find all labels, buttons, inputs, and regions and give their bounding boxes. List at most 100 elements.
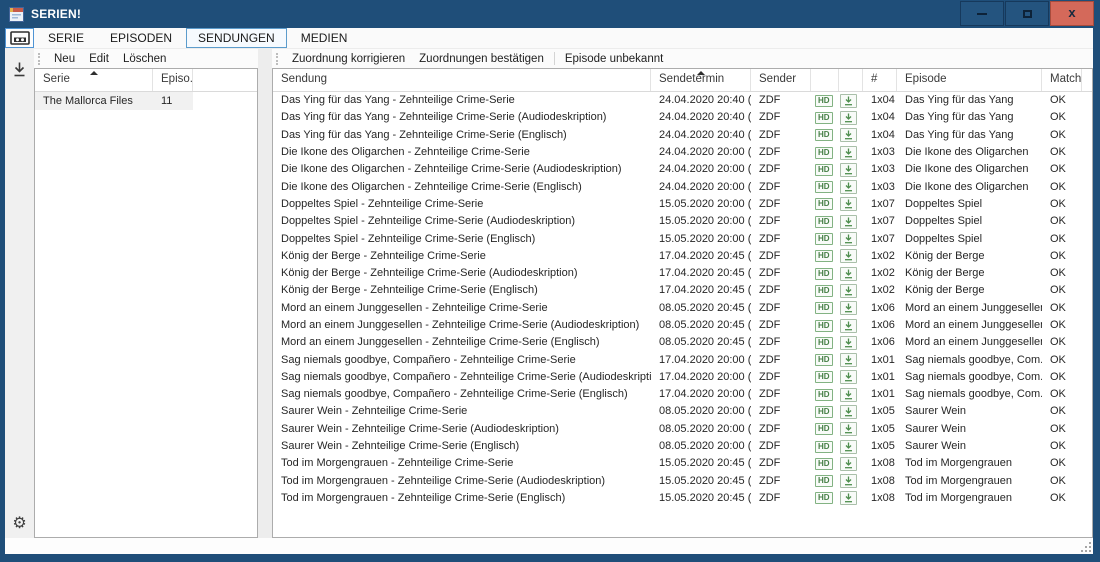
sendetermin-cell: 15.05.2020 20:00 (... <box>651 231 751 248</box>
tv-screen-icon <box>10 31 30 46</box>
sendung-cell: Das Ying für das Yang - Zehnteilige Crim… <box>273 127 651 144</box>
download-icon <box>840 94 857 108</box>
broadcast-row[interactable]: Doppeltes Spiel - Zehnteilige Crime-Seri… <box>273 213 1092 230</box>
column-header-serie[interactable]: Serie <box>35 69 153 91</box>
episode-cell: Doppeltes Spiel <box>897 231 1042 248</box>
toolbar-grip-icon[interactable] <box>276 53 280 65</box>
close-button[interactable]: x <box>1050 1 1094 26</box>
broadcast-row[interactable]: Sag niemals goodbye, Compañero - Zehntei… <box>273 386 1092 403</box>
broadcast-row[interactable]: Das Ying für das Yang - Zehnteilige Crim… <box>273 109 1092 126</box>
broadcast-row[interactable]: König der Berge - Zehnteilige Crime-Seri… <box>273 265 1092 282</box>
download-cell <box>839 353 863 367</box>
neu-button[interactable]: Neu <box>47 53 82 65</box>
broadcast-row[interactable]: Mord an einem Junggesellen - Zehnteilige… <box>273 334 1092 351</box>
broadcast-row[interactable]: Tod im Morgengrauen - Zehnteilige Crime-… <box>273 455 1092 472</box>
panel-splitter[interactable] <box>258 49 272 538</box>
column-header-number[interactable]: # <box>863 69 897 91</box>
menu-item-medien[interactable]: MEDIEN <box>289 28 360 48</box>
quality-cell: HD <box>811 216 839 228</box>
download-icon <box>840 232 857 246</box>
episode-number-cell: 1x07 <box>863 231 897 248</box>
match-cell: OK <box>1042 421 1082 438</box>
broadcast-row[interactable]: Tod im Morgengrauen - Zehnteilige Crime-… <box>273 473 1092 490</box>
hd-badge-icon: HD <box>815 198 833 210</box>
broadcast-row[interactable]: Tod im Morgengrauen - Zehnteilige Crime-… <box>273 490 1092 507</box>
download-cell <box>839 336 863 350</box>
quality-cell: HD <box>811 441 839 453</box>
episode-number-cell: 1x03 <box>863 161 897 178</box>
menu-item-serie[interactable]: SERIE <box>36 28 96 48</box>
series-table: Serie Episo... The Mallorca Files11 <box>34 68 258 538</box>
episode-unbekannt-button[interactable]: Episode unbekannt <box>558 53 670 65</box>
column-header-sendetermin[interactable]: Sendetermin <box>651 69 751 91</box>
broadcast-row[interactable]: Mord an einem Junggesellen - Zehnteilige… <box>273 300 1092 317</box>
rail-tab-mediathek[interactable] <box>5 28 34 48</box>
menu-item-sendungen[interactable]: SENDUNGEN <box>186 28 287 48</box>
column-header-download[interactable] <box>839 69 863 91</box>
series-row[interactable]: The Mallorca Files11 <box>35 92 257 110</box>
sendung-cell: König der Berge - Zehnteilige Crime-Seri… <box>273 248 651 265</box>
column-header-episode[interactable]: Episode <box>897 69 1042 91</box>
quality-cell: HD <box>811 354 839 366</box>
episode-cell: Sag niemals goodbye, Com... <box>897 369 1042 386</box>
download-cell <box>839 284 863 298</box>
download-cell <box>839 440 863 454</box>
minimize-button[interactable] <box>960 1 1004 26</box>
broadcast-row[interactable]: Doppeltes Spiel - Zehnteilige Crime-Seri… <box>273 196 1092 213</box>
column-header-quality[interactable] <box>811 69 839 91</box>
sendung-cell: Sag niemals goodbye, Compañero - Zehntei… <box>273 386 651 403</box>
broadcast-panel: Zuordnung korrigieren Zuordnungen bestät… <box>272 49 1093 538</box>
broadcast-row[interactable]: Doppeltes Spiel - Zehnteilige Crime-Seri… <box>273 230 1092 247</box>
quality-cell: HD <box>811 198 839 210</box>
column-header-filler <box>1082 69 1092 91</box>
column-header-sendung[interactable]: Sendung <box>273 69 651 91</box>
broadcast-row[interactable]: Mord an einem Junggesellen - Zehnteilige… <box>273 317 1092 334</box>
sendung-cell: Die Ikone des Oligarchen - Zehnteilige C… <box>273 144 651 161</box>
column-header-episoden[interactable]: Episo... <box>153 69 193 91</box>
episode-number-cell: 1x08 <box>863 490 897 507</box>
download-cell <box>839 319 863 333</box>
broadcast-row[interactable]: Sag niemals goodbye, Compañero - Zehntei… <box>273 351 1092 368</box>
broadcast-row[interactable]: Saurer Wein - Zehnteilige Crime-Serie (A… <box>273 421 1092 438</box>
quality-cell: HD <box>811 423 839 435</box>
match-cell: OK <box>1042 438 1082 455</box>
broadcast-toolbar: Zuordnung korrigieren Zuordnungen bestät… <box>272 49 1093 68</box>
sendetermin-cell: 17.04.2020 20:45 (... <box>651 248 751 265</box>
sendung-cell: Doppeltes Spiel - Zehnteilige Crime-Seri… <box>273 196 651 213</box>
sendetermin-cell: 24.04.2020 20:00 (... <box>651 179 751 196</box>
edit-button[interactable]: Edit <box>82 53 116 65</box>
broadcast-row[interactable]: König der Berge - Zehnteilige Crime-Seri… <box>273 282 1092 299</box>
broadcast-row[interactable]: Die Ikone des Oligarchen - Zehnteilige C… <box>273 178 1092 195</box>
zuordnungen-bestaetigen-button[interactable]: Zuordnungen bestätigen <box>412 53 551 65</box>
episode-number-cell: 1x04 <box>863 109 897 126</box>
loeschen-button[interactable]: Löschen <box>116 53 173 65</box>
broadcast-row[interactable]: Das Ying für das Yang - Zehnteilige Crim… <box>273 92 1092 109</box>
maximize-button[interactable] <box>1005 1 1049 26</box>
column-header-match[interactable]: Match <box>1042 69 1082 91</box>
sendung-cell: Das Ying für das Yang - Zehnteilige Crim… <box>273 109 651 126</box>
broadcast-row[interactable]: Saurer Wein - Zehnteilige Crime-Serie (E… <box>273 438 1092 455</box>
settings-button[interactable]: ⚙ <box>12 516 26 532</box>
broadcast-row[interactable]: Die Ikone des Oligarchen - Zehnteilige C… <box>273 161 1092 178</box>
rail-download-button[interactable] <box>9 57 31 81</box>
broadcast-row[interactable]: Das Ying für das Yang - Zehnteilige Crim… <box>273 127 1092 144</box>
menu-item-episoden[interactable]: EPISODEN <box>98 28 184 48</box>
sendetermin-cell: 17.04.2020 20:45 (... <box>651 282 751 299</box>
zuordnung-korrigieren-button[interactable]: Zuordnung korrigieren <box>285 53 412 65</box>
toolbar-grip-icon[interactable] <box>38 53 42 65</box>
broadcast-row[interactable]: Die Ikone des Oligarchen - Zehnteilige C… <box>273 144 1092 161</box>
sendung-cell: König der Berge - Zehnteilige Crime-Seri… <box>273 265 651 282</box>
broadcast-row[interactable]: König der Berge - Zehnteilige Crime-Seri… <box>273 248 1092 265</box>
episode-number-cell: 1x04 <box>863 127 897 144</box>
broadcast-row[interactable]: Sag niemals goodbye, Compañero - Zehntei… <box>273 369 1092 386</box>
resize-grip[interactable] <box>1081 542 1091 552</box>
sort-asc-icon <box>697 71 705 75</box>
episode-cell: Das Ying für das Yang <box>897 127 1042 144</box>
app-icon <box>9 7 24 22</box>
hd-badge-icon: HD <box>815 458 833 470</box>
series-panel: Neu Edit Löschen Serie Episo... The Mall… <box>34 49 258 538</box>
column-header-sender[interactable]: Sender <box>751 69 811 91</box>
sender-cell: ZDF <box>751 92 811 109</box>
sendetermin-cell: 24.04.2020 20:00 (... <box>651 161 751 178</box>
broadcast-row[interactable]: Saurer Wein - Zehnteilige Crime-Serie08.… <box>273 403 1092 420</box>
